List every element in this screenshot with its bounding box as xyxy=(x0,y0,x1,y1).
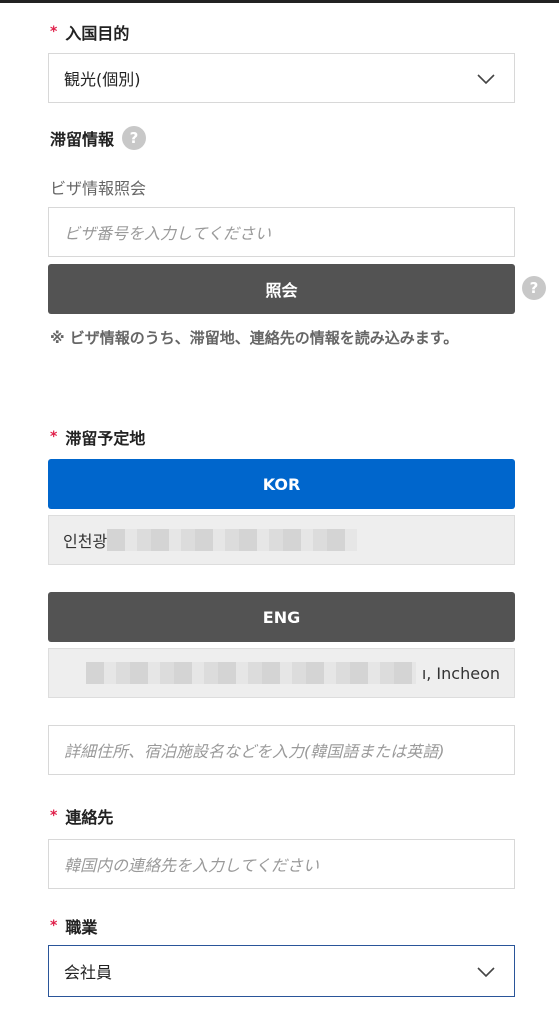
eng-address-value: ı, Incheon xyxy=(421,663,500,683)
visa-note: ※ ビザ情報のうち、滞留地、連絡先の情報を読み込みます。 xyxy=(50,329,459,347)
purpose-label: * 入国目的 xyxy=(50,20,129,44)
job-label-text: 職業 xyxy=(65,918,98,937)
address-detail-input[interactable]: 詳細住所、宿泊施設名などを入力(韓国語または英語) xyxy=(48,725,515,775)
job-label: * 職業 xyxy=(50,914,97,938)
required-mark: * xyxy=(50,918,58,934)
kor-address-field: 인천광 xyxy=(48,515,515,565)
contact-label: * 連絡先 xyxy=(50,804,113,828)
address-label-text: 滞留予定地 xyxy=(65,429,146,448)
job-select[interactable]: 会社員 xyxy=(48,945,515,997)
redacted-area xyxy=(85,662,416,684)
contact-placeholder: 韓国内の連絡先を入力してください xyxy=(64,856,320,875)
question-icon[interactable]: ? xyxy=(122,126,147,150)
eng-address-field: ı, Incheon xyxy=(48,648,515,698)
visa-lookup-button[interactable]: 照会 xyxy=(48,264,515,314)
required-mark: * xyxy=(50,808,58,824)
eng-address-button[interactable]: ENG xyxy=(48,592,515,642)
stay-info-title: 滞留情報 xyxy=(50,130,115,149)
required-mark: * xyxy=(50,24,58,40)
top-border xyxy=(0,0,559,3)
kor-address-value: 인천광 xyxy=(63,532,108,551)
stay-info-heading: 滞留情報 ? xyxy=(50,126,147,150)
purpose-select[interactable]: 観光(個別) xyxy=(48,53,515,103)
chevron-down-icon xyxy=(477,967,495,978)
address-detail-placeholder: 詳細住所、宿泊施設名などを入力(韓国語または英語) xyxy=(64,742,445,761)
visa-number-placeholder: ビザ番号を入力してください xyxy=(64,224,272,243)
contact-input[interactable]: 韓国内の連絡先を入力してください xyxy=(48,839,515,889)
visa-label: ビザ情報照会 xyxy=(50,179,147,198)
purpose-label-text: 入国目的 xyxy=(65,24,130,43)
job-selected-value: 会社員 xyxy=(64,963,113,982)
address-label: * 滞留予定地 xyxy=(50,425,145,449)
purpose-selected-value: 観光(個別) xyxy=(64,70,141,89)
visa-number-input[interactable]: ビザ番号を入力してください xyxy=(48,207,515,257)
redacted-area xyxy=(107,529,358,551)
question-icon[interactable]: ? xyxy=(522,276,546,300)
chevron-down-icon xyxy=(477,74,495,85)
contact-label-text: 連絡先 xyxy=(65,808,114,827)
kor-address-button[interactable]: KOR xyxy=(48,459,515,509)
required-mark: * xyxy=(50,429,58,445)
